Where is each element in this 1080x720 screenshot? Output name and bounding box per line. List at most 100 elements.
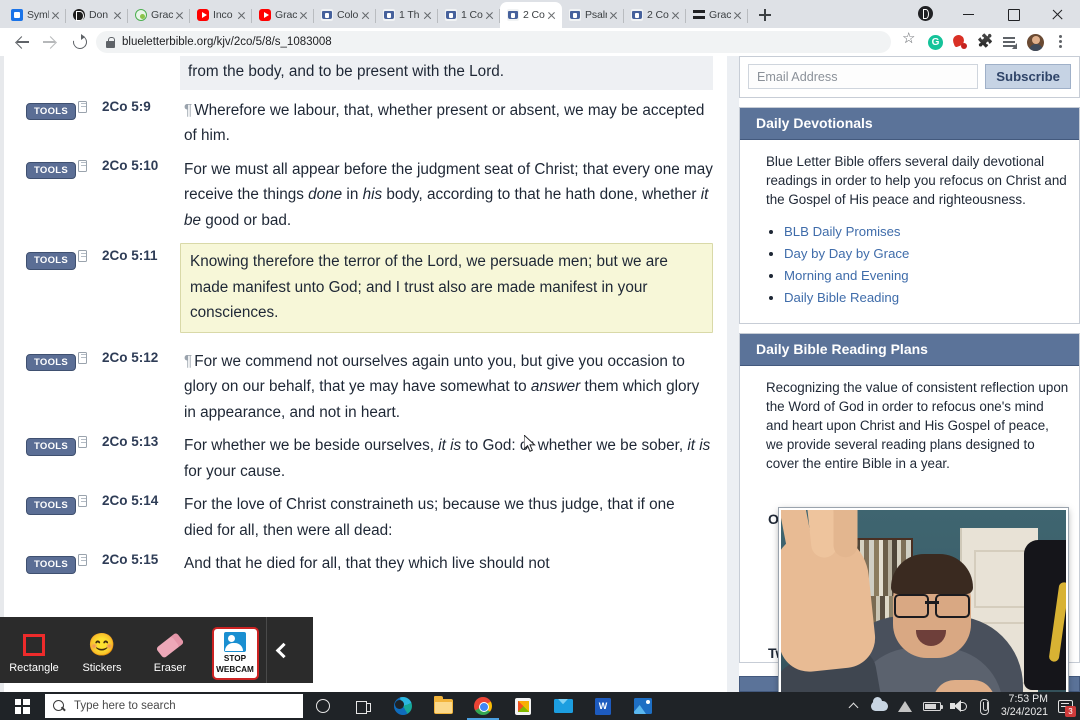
start-button[interactable] <box>0 692 44 720</box>
list-item[interactable]: Day by Day by Grace <box>784 244 1069 263</box>
copy-verse-icon[interactable] <box>78 247 102 267</box>
reading-list-icon[interactable] <box>998 30 1022 54</box>
list-item[interactable]: Morning and Evening <box>784 266 1069 285</box>
store-button[interactable] <box>503 692 543 720</box>
maximize-button[interactable] <box>992 0 1036 28</box>
devotional-link[interactable]: Morning and Evening <box>784 268 909 283</box>
paperclip-button[interactable] <box>971 692 997 720</box>
browser-tab[interactable]: Inco <box>190 2 252 28</box>
red-extension-icon[interactable] <box>948 30 972 54</box>
taskbar-search[interactable]: Type here to search <box>45 694 303 718</box>
clock[interactable]: 7:53 PM 3/24/2021 <box>997 693 1054 719</box>
browser-tab[interactable]: Grac <box>128 2 190 28</box>
mail-button[interactable] <box>543 692 583 720</box>
close-tab-icon[interactable] <box>607 9 620 22</box>
browser-tab[interactable]: 2 Co <box>624 2 686 28</box>
tools-button[interactable]: TOOLS <box>26 497 77 515</box>
eraser-tool-button[interactable]: Eraser <box>136 617 204 683</box>
close-tab-icon[interactable] <box>49 9 62 22</box>
back-icon[interactable] <box>8 28 36 56</box>
close-tab-icon[interactable] <box>235 9 248 22</box>
tools-button[interactable]: TOOLS <box>26 102 77 121</box>
copy-verse-icon[interactable] <box>78 433 102 453</box>
verse-reference[interactable]: 2Co 5:13 <box>102 433 184 449</box>
browser-tab[interactable]: Don <box>66 2 128 28</box>
youtube-icon <box>197 9 209 21</box>
copy-verse-icon[interactable] <box>78 349 102 369</box>
browser-tab[interactable]: Psalr <box>562 2 624 28</box>
close-window-button[interactable] <box>1036 0 1080 28</box>
cortana-button[interactable] <box>303 692 343 720</box>
chrome-button[interactable] <box>463 692 503 720</box>
reload-icon[interactable] <box>64 28 92 56</box>
star-icon[interactable] <box>898 29 922 54</box>
rectangle-tool-button[interactable]: Rectangle <box>0 617 68 683</box>
avatar-icon[interactable] <box>1023 30 1047 54</box>
browser-tab-active[interactable]: 2 Co <box>500 2 562 28</box>
volume-button[interactable] <box>945 692 971 720</box>
devotional-link[interactable]: Daily Bible Reading <box>784 290 899 305</box>
verse-reference[interactable]: 2Co 5:12 <box>102 349 184 365</box>
subscribe-button[interactable]: Subscribe <box>985 64 1071 89</box>
close-tab-icon[interactable] <box>731 9 744 22</box>
verse-reference[interactable]: 2Co 5:14 <box>102 492 184 508</box>
verse-reference[interactable]: 2Co 5:9 <box>102 98 184 114</box>
list-item[interactable]: Daily Bible Reading <box>784 288 1069 307</box>
tools-button[interactable]: TOOLS <box>26 161 77 180</box>
address-bar[interactable]: blueletterbible.org/kjv/2co/5/8/s_108300… <box>96 31 891 53</box>
copy-verse-icon[interactable] <box>78 98 102 118</box>
close-tab-icon[interactable] <box>669 9 682 22</box>
browser-tab[interactable]: 1 Th <box>376 2 438 28</box>
verse-reference[interactable]: 2Co 5:10 <box>102 157 184 173</box>
list-item[interactable]: BLB Daily Promises <box>784 222 1069 241</box>
puzzle-icon[interactable] <box>973 30 997 54</box>
devotional-link[interactable]: Day by Day by Grace <box>784 246 909 261</box>
tools-button[interactable]: TOOLS <box>26 252 77 270</box>
browser-tab[interactable]: Grac <box>686 2 748 28</box>
email-input[interactable]: Email Address <box>748 64 979 89</box>
browser-tab[interactable]: 1 Co <box>438 2 500 28</box>
grammarly-icon[interactable]: G <box>923 30 947 54</box>
clock-time: 7:53 PM <box>1008 693 1048 705</box>
collapse-toolbar-button[interactable] <box>266 617 300 683</box>
verse-reference[interactable]: 2Co 5:15 <box>102 551 184 567</box>
word-button[interactable]: W <box>583 692 623 720</box>
show-hidden-icons-button[interactable] <box>841 692 867 720</box>
task-view-button[interactable] <box>343 692 383 720</box>
close-tab-icon[interactable] <box>297 9 310 22</box>
close-tab-icon[interactable] <box>421 9 434 22</box>
close-tab-icon[interactable] <box>359 9 372 22</box>
tools-button[interactable]: TOOLS <box>26 353 77 372</box>
close-tab-icon[interactable] <box>545 9 558 22</box>
browser-tab[interactable]: Colo <box>314 2 376 28</box>
verse-reference[interactable]: 2Co 5:11 <box>102 247 184 263</box>
minimize-button[interactable] <box>948 0 992 28</box>
webcam-overlay[interactable] <box>779 508 1068 692</box>
devotional-link[interactable]: BLB Daily Promises <box>784 224 901 239</box>
new-tab-button[interactable] <box>752 2 778 28</box>
stop-webcam-button[interactable]: STOP WEBCAM <box>204 617 266 683</box>
onedrive-button[interactable] <box>867 692 893 720</box>
copy-verse-icon[interactable] <box>78 551 102 571</box>
wifi-button[interactable] <box>893 692 919 720</box>
browser-tab[interactable]: Symb <box>4 2 66 28</box>
profile-dot-icon[interactable] <box>904 0 948 28</box>
close-tab-icon[interactable] <box>111 9 124 22</box>
browser-tab[interactable]: Grac <box>252 2 314 28</box>
verse-row: TOOLS 2Co 5:9 ¶ Wherefore we labour, that… <box>4 90 727 149</box>
stickers-tool-button[interactable]: 😊 Stickers <box>68 617 136 683</box>
verse-text: ¶ For we commend not ourselves again unto… <box>184 349 727 426</box>
copy-verse-icon[interactable] <box>78 157 102 177</box>
copy-verse-icon[interactable] <box>78 492 102 512</box>
battery-button[interactable] <box>919 692 945 720</box>
tools-button[interactable]: TOOLS <box>26 438 77 456</box>
file-explorer-button[interactable] <box>423 692 463 720</box>
forward-icon[interactable] <box>36 28 64 56</box>
tools-button[interactable]: TOOLS <box>26 556 77 574</box>
notifications-button[interactable]: 3 <box>1054 692 1076 720</box>
close-tab-icon[interactable] <box>173 9 186 22</box>
edge-button[interactable] <box>383 692 423 720</box>
photos-button[interactable] <box>623 692 663 720</box>
kebab-menu-icon[interactable] <box>1048 30 1072 54</box>
close-tab-icon[interactable] <box>483 9 496 22</box>
